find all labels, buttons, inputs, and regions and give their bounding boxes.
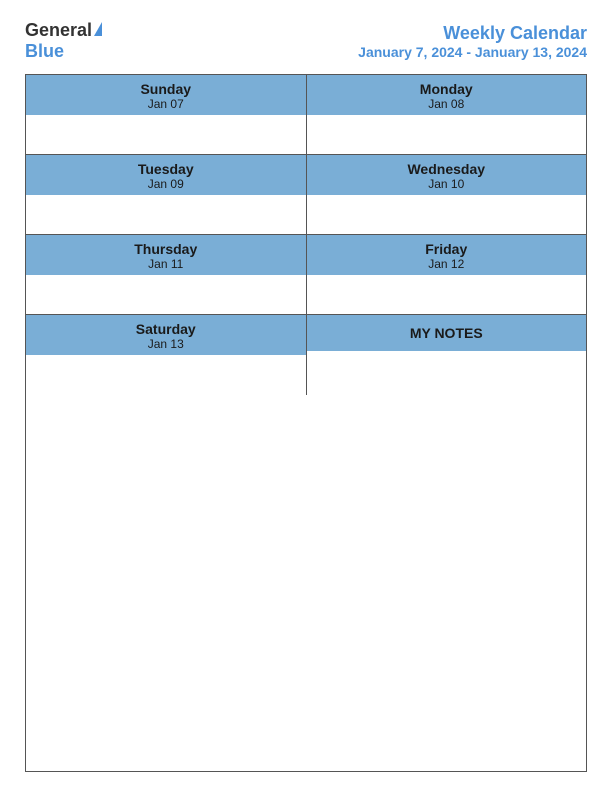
cell-friday: Friday Jan 12 — [307, 235, 587, 314]
friday-body — [307, 275, 587, 314]
wednesday-day-date: Jan 10 — [311, 177, 583, 191]
calendar-grid: Sunday Jan 07 Monday Jan 08 Tuesday Jan … — [25, 74, 587, 772]
friday-day-date: Jan 12 — [311, 257, 583, 271]
calendar-title: Weekly Calendar — [358, 23, 587, 44]
cell-thursday: Thursday Jan 11 — [26, 235, 307, 314]
calendar-row-4: Saturday Jan 13 MY NOTES — [26, 315, 586, 395]
logo-triangle-icon — [94, 22, 102, 36]
page-header: General Blue Weekly Calendar January 7, … — [25, 20, 587, 62]
sunday-day-date: Jan 07 — [30, 97, 302, 111]
wednesday-body — [307, 195, 587, 234]
cell-saturday-header: Saturday Jan 13 — [26, 315, 306, 355]
monday-day-date: Jan 08 — [311, 97, 583, 111]
sunday-day-name: Sunday — [30, 81, 302, 97]
logo: General Blue — [25, 20, 102, 62]
cell-wednesday-header: Wednesday Jan 10 — [307, 155, 587, 195]
cell-wednesday: Wednesday Jan 10 — [307, 155, 587, 234]
notes-header: MY NOTES — [307, 315, 587, 351]
cell-tuesday-header: Tuesday Jan 09 — [26, 155, 306, 195]
logo-general-text: General — [25, 20, 92, 41]
saturday-day-name: Saturday — [30, 321, 302, 337]
calendar-date-range: January 7, 2024 - January 13, 2024 — [358, 44, 587, 60]
calendar-row-2: Tuesday Jan 09 Wednesday Jan 10 — [26, 155, 586, 235]
saturday-day-date: Jan 13 — [30, 337, 302, 351]
tuesday-body — [26, 195, 306, 234]
sunday-body — [26, 115, 306, 154]
tuesday-day-name: Tuesday — [30, 161, 302, 177]
page: General Blue Weekly Calendar January 7, … — [0, 0, 612, 792]
calendar-row-1: Sunday Jan 07 Monday Jan 08 — [26, 75, 586, 155]
cell-monday: Monday Jan 08 — [307, 75, 587, 154]
notes-body — [307, 351, 587, 395]
thursday-body — [26, 275, 306, 314]
logo-blue-text: Blue — [25, 41, 64, 62]
notes-label: MY NOTES — [410, 325, 483, 341]
cell-notes: MY NOTES — [307, 315, 587, 395]
cell-sunday: Sunday Jan 07 — [26, 75, 307, 154]
thursday-day-date: Jan 11 — [30, 257, 302, 271]
wednesday-day-name: Wednesday — [311, 161, 583, 177]
title-block: Weekly Calendar January 7, 2024 - Januar… — [358, 23, 587, 60]
cell-tuesday: Tuesday Jan 09 — [26, 155, 307, 234]
cell-thursday-header: Thursday Jan 11 — [26, 235, 306, 275]
monday-day-name: Monday — [311, 81, 583, 97]
saturday-body — [26, 355, 306, 395]
friday-day-name: Friday — [311, 241, 583, 257]
thursday-day-name: Thursday — [30, 241, 302, 257]
cell-monday-header: Monday Jan 08 — [307, 75, 587, 115]
cell-sunday-header: Sunday Jan 07 — [26, 75, 306, 115]
cell-saturday: Saturday Jan 13 — [26, 315, 307, 395]
monday-body — [307, 115, 587, 154]
calendar-row-3: Thursday Jan 11 Friday Jan 12 — [26, 235, 586, 315]
cell-friday-header: Friday Jan 12 — [307, 235, 587, 275]
tuesday-day-date: Jan 09 — [30, 177, 302, 191]
